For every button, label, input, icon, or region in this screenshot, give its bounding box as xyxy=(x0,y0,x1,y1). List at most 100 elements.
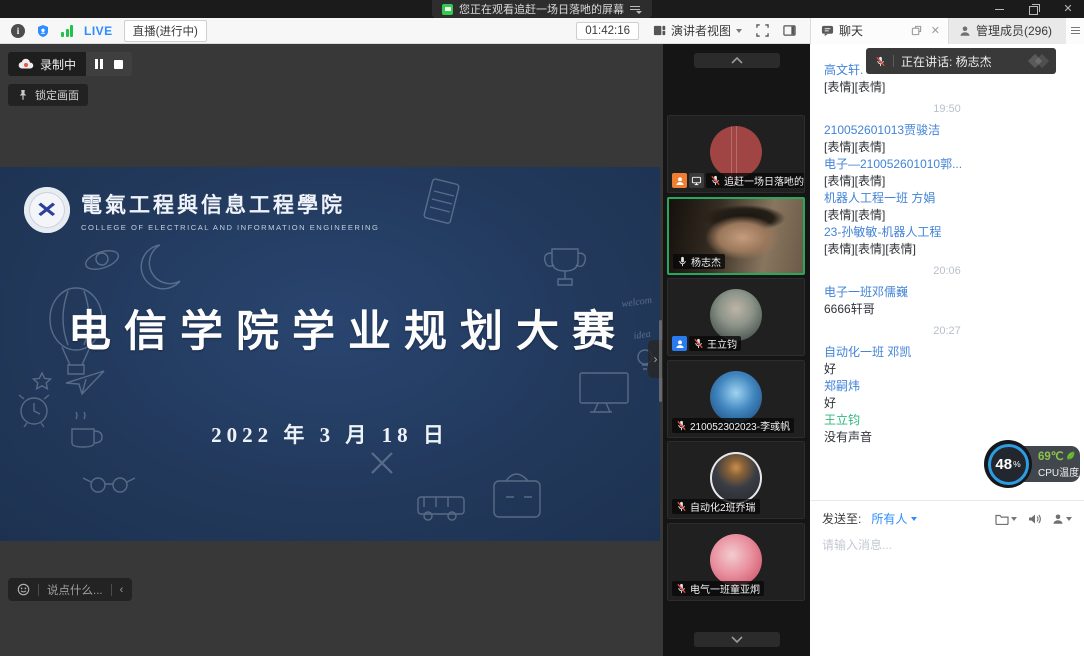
leaf-icon xyxy=(1066,451,1075,461)
close-panel-icon[interactable]: ✕ xyxy=(931,24,940,37)
recording-status-label: 录制中 xyxy=(40,56,76,73)
popout-panel-icon[interactable] xyxy=(911,25,922,36)
presentation-slide: welcom idea ✕ 電氣工程與信息工程學院 COLLEGE OF ELE… xyxy=(0,167,660,541)
cpu-usage-percent: 48 xyxy=(995,456,1012,473)
chevron-right-icon: › xyxy=(654,352,658,366)
mic-muted-icon xyxy=(875,56,886,67)
participant-tile[interactable]: 追赶一场日落吔的屏... xyxy=(667,115,805,193)
chat-message-text: [表情][表情][表情] xyxy=(824,241,1070,258)
now-speaking-label: 正在讲话: 杨志杰 xyxy=(901,53,992,70)
chat-message-text: [表情][表情] xyxy=(824,139,1070,156)
participant-name-strip: 追赶一场日落吔的屏... xyxy=(706,173,805,188)
file-attach-button[interactable] xyxy=(995,513,1017,525)
chat-message-text: 6666轩哥 xyxy=(824,301,1070,318)
say-something-placeholder[interactable]: 说点什么... xyxy=(47,582,103,598)
chat-message-list[interactable]: 高文轩.[表情][表情]19:50210052601013贾骏洁[表情][表情]… xyxy=(810,44,1084,446)
viewing-screen-label: 您正在观看追赶一场日落吔的屏幕 xyxy=(459,1,624,17)
percent-sign: % xyxy=(1013,459,1021,469)
person-badge-icon xyxy=(675,176,685,186)
stop-recording-button[interactable] xyxy=(114,60,123,69)
chat-tab-label: 聊天 xyxy=(839,22,863,39)
stream-status-badge[interactable]: 直播(进行中) xyxy=(124,20,207,42)
send-to-selector[interactable]: 所有人 xyxy=(871,510,917,527)
person-icon xyxy=(959,25,971,37)
mic-muted-icon xyxy=(676,420,687,431)
participant-avatar xyxy=(710,452,762,504)
pause-recording-button[interactable] xyxy=(95,59,103,69)
participant-tile[interactable]: 自动化2班乔瑞 xyxy=(667,441,805,519)
chevron-down-icon xyxy=(911,517,917,521)
main-toolbar: i LIVE 直播(进行中) 01:42:16 演讲者视图 聊天 xyxy=(0,18,1084,44)
participant-name-strip: 210052302023-李彧帆 xyxy=(672,418,794,433)
chat-sender-name: 机器人工程一班 方娟 xyxy=(824,190,1070,207)
panel-menu-icon[interactable] xyxy=(1066,18,1084,44)
chat-composer: 发送至: 所有人 xyxy=(810,500,1084,656)
message-input[interactable] xyxy=(822,538,1068,552)
participant-tile[interactable]: 杨志杰 xyxy=(667,197,805,275)
participant-tile[interactable]: 王立钧 xyxy=(667,278,805,356)
chat-sender-name: 210052601013贾骏洁 xyxy=(824,122,1070,139)
sharer-badge xyxy=(672,173,687,188)
tab-chat[interactable]: 聊天 xyxy=(811,22,873,39)
tab-manage-members[interactable]: 管理成员(296) xyxy=(948,18,1066,44)
chat-sender-name: 电子—210052601010郭... xyxy=(824,156,1070,173)
chat-panel: 正在讲话: 杨志杰 高文轩.[表情][表情]19:50210052601013贾… xyxy=(810,44,1084,656)
chat-timestamp: 20:06 xyxy=(824,258,1070,284)
slide-date: 2022 年 3 月 18 日 xyxy=(0,419,660,449)
viewing-screen-tab[interactable]: 您正在观看追赶一场日落吔的屏幕 xyxy=(432,0,652,18)
chat-message-text: [表情][表情] xyxy=(824,173,1070,190)
view-mode-label: 演讲者视图 xyxy=(671,22,731,39)
info-icon[interactable]: i xyxy=(11,24,25,38)
chat-sender-name: 电子一班邓儒巍 xyxy=(824,284,1070,301)
side-panel-toggle[interactable] xyxy=(783,24,796,37)
lock-view-button[interactable]: 锁定画面 xyxy=(8,84,88,106)
cpu-temp-value: 69℃ xyxy=(1038,449,1064,463)
screen-share-icon xyxy=(442,4,453,15)
mic-on-icon xyxy=(677,256,688,267)
participant-avatar xyxy=(710,371,762,423)
sound-button[interactable] xyxy=(1028,513,1041,525)
host-badge xyxy=(672,336,687,351)
college-name-cn: 電氣工程與信息工程學院 xyxy=(81,189,379,219)
pin-icon xyxy=(17,89,29,101)
scroll-participants-up-button[interactable] xyxy=(694,53,780,68)
mic-muted-icon xyxy=(710,175,721,186)
network-signal-icon[interactable] xyxy=(61,25,73,37)
collapse-chat-bubble-icon[interactable]: ‹ xyxy=(120,584,124,596)
cloud-record-icon xyxy=(18,58,34,70)
chat-panel-header: 聊天 ✕ 管理成员(296) xyxy=(810,18,1084,44)
participant-name: 电气一班童亚炯 xyxy=(690,581,760,596)
tab-menu-icon[interactable] xyxy=(630,4,642,14)
chevron-down-icon xyxy=(1011,517,1017,521)
stage-scrollbar-thumb[interactable] xyxy=(659,320,662,402)
person-badge-icon xyxy=(675,339,685,349)
scroll-participants-down-button[interactable] xyxy=(694,632,780,647)
college-logo-row: ✕ 電氣工程與信息工程學院 COLLEGE OF ELECTRICAL AND … xyxy=(24,187,379,233)
chat-timestamp: 19:50 xyxy=(824,96,1070,122)
chat-sender-name: 王立钧 xyxy=(824,412,1070,429)
smiley-icon[interactable] xyxy=(17,583,30,596)
chat-sender-name: 23-孙敏敏-机器人工程 xyxy=(824,224,1070,241)
fullscreen-button[interactable] xyxy=(756,24,769,37)
view-mode-selector[interactable]: 演讲者视图 xyxy=(653,22,742,39)
now-speaking-toast: 正在讲话: 杨志杰 xyxy=(866,48,1056,74)
minimize-button[interactable] xyxy=(994,3,1006,15)
cpu-monitor-widget[interactable]: 69℃ CPU温度 48 % xyxy=(984,440,1080,488)
close-button[interactable]: ✕ xyxy=(1062,3,1074,15)
chat-sender-name: 自动化一班 邓凯 xyxy=(824,344,1070,361)
mic-muted-icon xyxy=(676,501,687,512)
participant-tiles: 追赶一场日落吔的屏... 杨志杰王立钧 210052302023-李彧帆自动化2班乔… xyxy=(667,115,805,601)
participant-tile[interactable]: 210052302023-李彧帆 xyxy=(667,360,805,438)
participant-name: 追赶一场日落吔的屏... xyxy=(724,173,805,188)
participant-avatar xyxy=(710,289,762,341)
cpu-usage-dial[interactable]: 48 % xyxy=(984,440,1032,488)
security-shield-icon[interactable] xyxy=(36,24,50,38)
restore-button[interactable] xyxy=(1028,3,1040,15)
chat-sender-name: 郑嗣炜 xyxy=(824,378,1070,395)
quick-chat-bubble[interactable]: 说点什么... ‹ xyxy=(8,578,132,601)
participant-tile[interactable]: 电气一班童亚炯 xyxy=(667,523,805,601)
participant-avatar xyxy=(710,534,762,586)
college-logo: ✕ xyxy=(24,187,70,233)
mic-muted-icon xyxy=(693,338,704,349)
member-select-button[interactable] xyxy=(1052,513,1072,525)
